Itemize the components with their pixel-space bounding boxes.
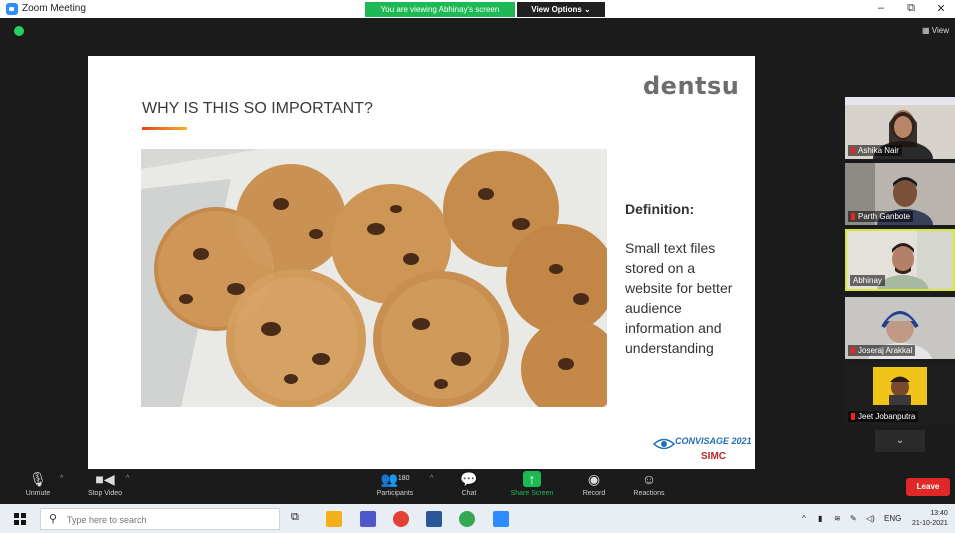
chat-button[interactable]: 💬 Chat [452, 471, 486, 497]
record-label: Record [582, 490, 606, 497]
muted-mic-icon [851, 213, 855, 220]
dentsu-logo: dentsu [643, 72, 740, 100]
microphone-tray-icon[interactable]: ▮ [818, 514, 822, 523]
search-icon: ⚲ [49, 513, 58, 525]
close-button[interactable]: ✕ [934, 2, 948, 15]
encryption-shield-icon[interactable] [14, 26, 24, 36]
chrome-icon[interactable] [393, 511, 409, 527]
cookies-illustration [141, 149, 607, 407]
task-view-icon[interactable]: ⧉ [291, 511, 299, 524]
video-options-caret-icon[interactable]: ^ [126, 475, 129, 482]
share-screen-arrow-icon: ↑ [523, 471, 541, 487]
slide-title: WHY IS THIS SO IMPORTANT? [142, 100, 373, 117]
cookies-photo [141, 149, 607, 407]
minimize-button[interactable]: – [874, 2, 888, 14]
leave-meeting-button[interactable]: Leave [906, 478, 950, 496]
stop-video-label: Stop Video [87, 490, 123, 497]
participants-icon: 👥180 [380, 471, 410, 487]
network-icon[interactable]: ≋ [834, 514, 841, 523]
window-title: Zoom Meeting [22, 3, 86, 14]
share-screen-button[interactable]: ↑ Share Screen [503, 471, 561, 497]
definition-text: Small text files stored on a website for… [625, 240, 733, 356]
view-options-button[interactable]: View Options ⌄ [517, 2, 605, 17]
audio-options-caret-icon[interactable]: ^ [60, 475, 63, 482]
input-language[interactable]: ENG [884, 514, 901, 523]
participant-name: Parth Ganbote [848, 211, 914, 222]
participants-scroll-down-button[interactable]: ⌄ [875, 430, 925, 452]
definition-heading: Definition: [625, 201, 695, 217]
taskbar-search-box[interactable]: ⚲ [40, 508, 280, 530]
convisage-simc-logo: CONVISAGE 2021 SIMC [653, 436, 752, 464]
chat-label: Chat [461, 490, 477, 497]
muted-mic-icon [851, 147, 855, 154]
participant-tile[interactable]: Joseraj Arakkal [845, 297, 955, 359]
participant-tile[interactable]: Parth Ganbote [845, 163, 955, 225]
record-icon: ◉ [587, 471, 601, 487]
participant-name: Jeet Jobanputra [848, 411, 919, 422]
participants-count: 180 [397, 475, 410, 482]
participant-name: Ashika Nair [848, 145, 902, 156]
participant-tile[interactable]: Jeet Jobanputra [845, 363, 955, 425]
pen-icon[interactable]: ✎ [850, 514, 857, 523]
view-label: View [931, 26, 949, 35]
share-screen-label: Share Screen [510, 490, 554, 497]
participant-tile-active-speaker[interactable]: Abhinay [845, 229, 955, 291]
taskbar-search-input[interactable] [67, 512, 267, 527]
unmute-label: Unmute [25, 490, 51, 497]
clock-time: 13:40 [930, 510, 948, 517]
zoom-meeting-window: Zoom Meeting You are viewing Abhinay's s… [0, 0, 955, 533]
title-underline [142, 127, 187, 130]
reactions-label: Reactions [633, 490, 665, 497]
zoom-app-icon [6, 3, 18, 15]
stop-video-button[interactable]: ■◀ Stop Video [80, 471, 130, 497]
unmute-button[interactable]: 🎙 Unmute [18, 471, 58, 497]
participant-name: Joseraj Arakkal [848, 345, 916, 356]
simc-logo-text: SIMC [701, 451, 726, 462]
windows-start-icon[interactable] [14, 513, 26, 525]
windows-taskbar: ⚲ ⧉ ^ ▮ ≋ ✎ ◁) ENG 13:40 21-10-2021 [0, 504, 955, 533]
viewing-screen-banner: You are viewing Abhinay's screen [365, 2, 515, 17]
chevron-down-icon: ⌄ [895, 435, 905, 446]
meeting-toolbar: 🎙 Unmute ^ ■◀ Stop Video ^ 👥180 Particip… [0, 469, 955, 504]
title-bar: Zoom Meeting You are viewing Abhinay's s… [0, 0, 955, 18]
participant-name: Abhinay [850, 275, 885, 286]
word-icon[interactable] [426, 511, 442, 527]
show-hidden-icons-chevron-up-icon[interactable]: ^ [802, 514, 806, 523]
video-camera-icon: ■◀ [95, 471, 115, 487]
shared-screen-slide: dentsu WHY IS THIS SO IMPORTANT? Definit… [88, 56, 755, 469]
clock-date: 21-10-2021 [912, 520, 948, 527]
muted-mic-icon [851, 413, 855, 420]
muted-mic-icon [851, 347, 855, 354]
participants-button[interactable]: 👥180 Participants [370, 471, 420, 497]
muted-microphone-icon: 🎙 [29, 471, 47, 487]
record-button[interactable]: ◉ Record [576, 471, 612, 497]
chrome-profile-icon[interactable] [459, 511, 475, 527]
system-clock[interactable]: 13:40 21-10-2021 [912, 509, 948, 529]
volume-icon[interactable]: ◁) [866, 514, 875, 523]
convisage-logo-text: CONVISAGE 2021 [675, 436, 752, 446]
view-layout-button[interactable]: ▦ View [922, 26, 949, 35]
reactions-smiley-icon: ☺ [641, 471, 657, 487]
maximize-button[interactable]: ⧉ [904, 2, 918, 15]
participants-options-caret-icon[interactable]: ^ [430, 475, 433, 482]
file-explorer-icon[interactable] [326, 511, 342, 527]
participants-label: Participants [376, 490, 414, 497]
convisage-eye-icon [653, 438, 675, 450]
reactions-button[interactable]: ☺ Reactions [626, 471, 672, 497]
chat-bubble-icon: 💬 [460, 471, 478, 487]
zoom-taskbar-icon[interactable] [493, 511, 509, 527]
grid-icon: ▦ [922, 26, 932, 35]
teams-icon[interactable] [360, 511, 376, 527]
participant-tile[interactable]: Ashika Nair [845, 97, 955, 159]
